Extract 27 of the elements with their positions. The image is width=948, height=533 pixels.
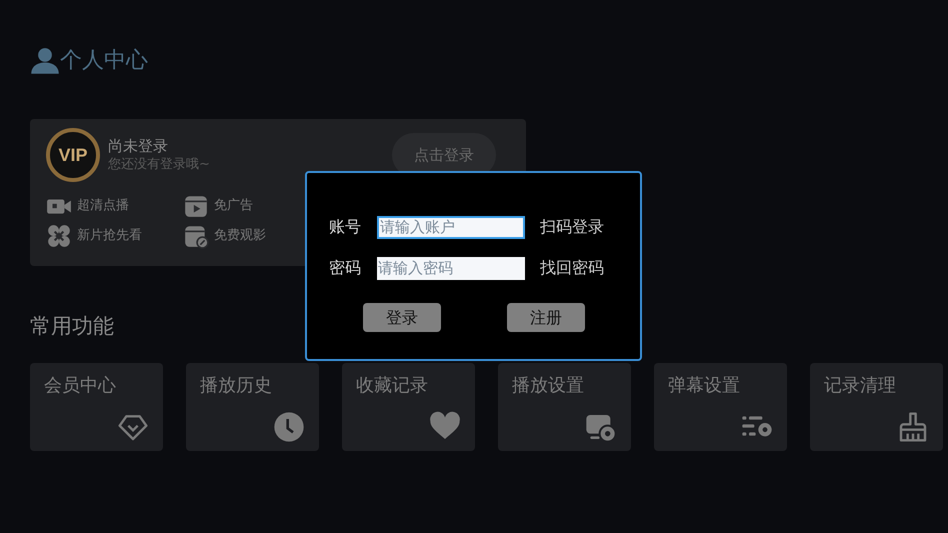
function-card[interactable]: 记录清理 (810, 362, 943, 450)
perk-label: 免费观影 (214, 227, 266, 246)
login-status: 尚未登录 (108, 136, 169, 156)
vip-badge: VIP (46, 128, 100, 182)
perk-label: 免广告 (214, 197, 253, 216)
text-link[interactable]: 找回密码 (540, 256, 604, 280)
user-icon (30, 45, 60, 75)
function-card[interactable]: 会员中心 (30, 362, 163, 450)
perk-label: 新片抢先看 (77, 227, 142, 246)
function-card[interactable]: 播放设置 (498, 362, 631, 450)
clock-icon (273, 410, 305, 442)
dialog-button[interactable]: 注册 (507, 303, 585, 332)
input-field[interactable]: 请输入密码 (377, 256, 525, 280)
perk-label: 超清点播 (77, 197, 129, 216)
functions-title: 常用功能 (30, 313, 114, 340)
text-link[interactable]: 扫码登录 (540, 215, 604, 239)
login-hint: 您还没有登录哦~ (108, 156, 210, 174)
field-label: 密码 (329, 257, 362, 279)
function-card[interactable]: 弹幕设置 (654, 362, 787, 450)
function-card[interactable]: 收藏记录 (342, 362, 475, 450)
page-title: 个人中心 (60, 46, 148, 74)
brush-icon (897, 410, 929, 442)
function-card[interactable]: 播放历史 (186, 362, 319, 450)
field-label: 账号 (329, 216, 362, 238)
dialog-button[interactable]: 登录 (363, 303, 441, 332)
input-field[interactable]: 请输入账户 (377, 216, 525, 238)
clover-icon (46, 223, 72, 249)
